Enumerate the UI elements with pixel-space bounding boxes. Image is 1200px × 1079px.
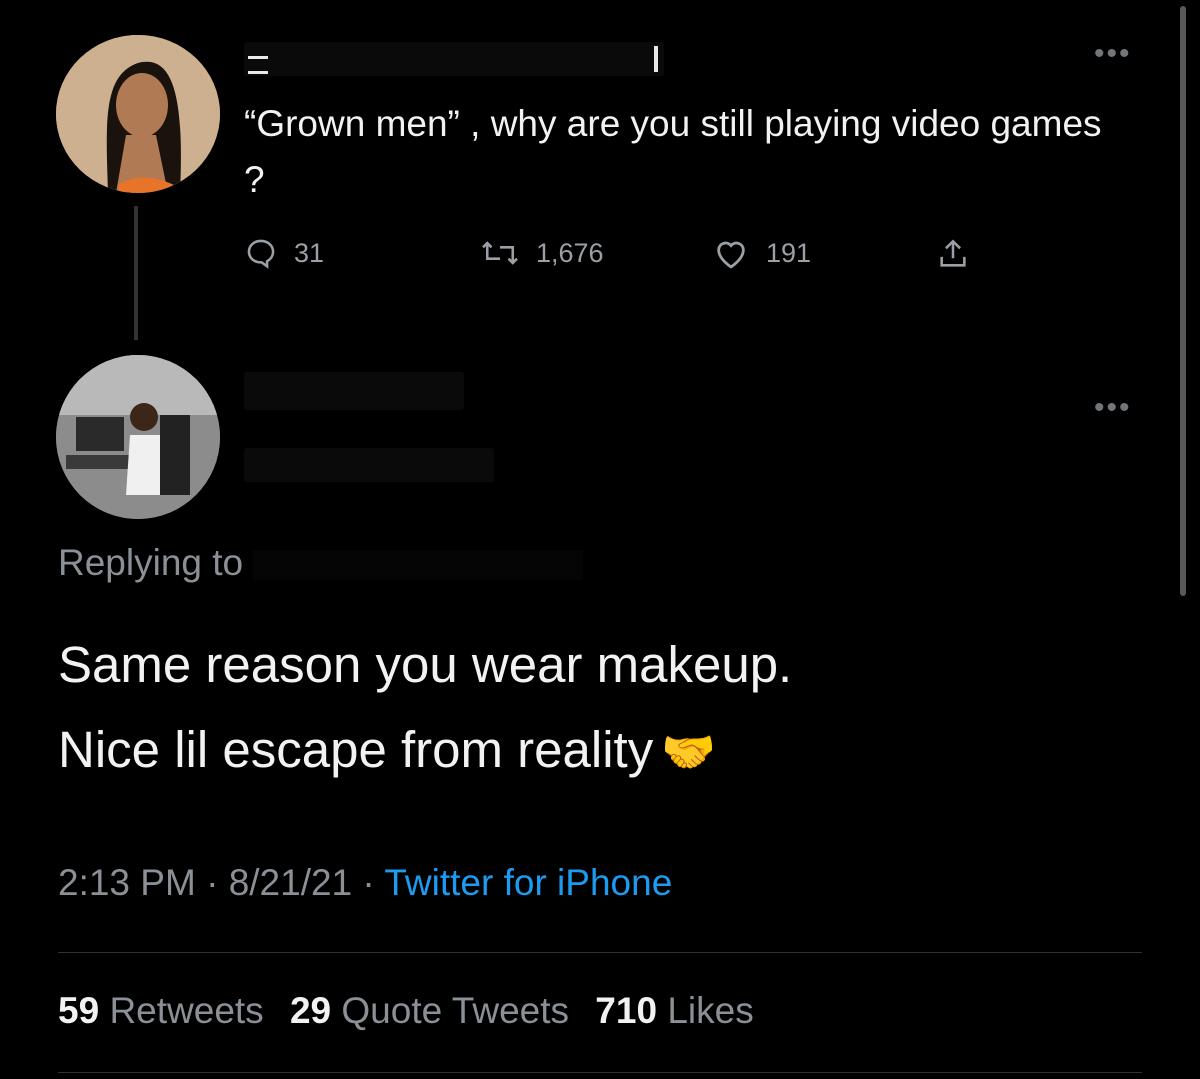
- more-icon[interactable]: •••: [1094, 393, 1132, 423]
- like-count: 191: [766, 237, 812, 268]
- reply-text: Same reason you wear makeup. Nice lil es…: [58, 622, 1138, 795]
- heart-icon: [717, 241, 745, 269]
- reply-count: 31: [294, 237, 325, 268]
- avatar-image: [56, 355, 220, 519]
- retweet-icon: [482, 241, 518, 265]
- reply-button[interactable]: 31: [244, 236, 324, 270]
- replying-to-handle-redacted[interactable]: [253, 550, 584, 581]
- like-button[interactable]: 191: [712, 236, 811, 270]
- divider: [58, 952, 1142, 953]
- share-button[interactable]: [936, 236, 986, 272]
- retweet-count: 1,676: [536, 237, 604, 268]
- likes-label: Likes: [667, 990, 754, 1031]
- replying-to-label: Replying to: [58, 542, 244, 583]
- retweets-count: 59: [58, 990, 100, 1031]
- handshake-emoji: 🤝: [661, 728, 716, 777]
- separator: ·: [362, 862, 385, 903]
- share-icon: [940, 239, 966, 267]
- likes-stat[interactable]: 710 Likes: [595, 990, 753, 1031]
- tweet-source-link[interactable]: Twitter for iPhone: [384, 862, 672, 903]
- scrollbar[interactable]: [1180, 6, 1186, 596]
- reply-text-segment: Nice lil escape from reality: [58, 721, 654, 778]
- quotes-label: Quote Tweets: [341, 990, 570, 1031]
- likes-count: 710: [595, 990, 658, 1031]
- retweet-button[interactable]: 1,676: [480, 236, 604, 270]
- retweets-label: Retweets: [109, 990, 264, 1031]
- avatar-image: [56, 35, 220, 193]
- author-name-redacted[interactable]: [244, 372, 464, 410]
- reply-text-line: Nice lil escape from reality 🤝: [58, 707, 1138, 795]
- avatar[interactable]: [56, 35, 220, 193]
- retweets-stat[interactable]: 59 Retweets: [58, 990, 264, 1031]
- replying-to: Replying to: [58, 542, 584, 584]
- author-handle-redacted[interactable]: [244, 448, 494, 482]
- reply-icon: [247, 239, 275, 269]
- tweet-meta: 2:13 PM · 8/21/21 · Twitter for iPhone: [58, 862, 672, 904]
- tweet-date: 8/21/21: [228, 862, 353, 903]
- tweet-time: 2:13 PM: [58, 862, 196, 903]
- tweet-stats: 59 Retweets 29 Quote Tweets 710 Likes: [58, 990, 754, 1032]
- reply-text-line: Same reason you wear makeup.: [58, 636, 793, 693]
- tweet-text: “Grown men” , why are you still playing …: [244, 103, 1102, 200]
- more-icon[interactable]: •••: [1094, 39, 1132, 69]
- divider: [58, 1072, 1142, 1073]
- thread-line: [134, 206, 138, 340]
- author-name-redacted[interactable]: [244, 42, 664, 76]
- separator: ·: [206, 862, 229, 903]
- avatar[interactable]: [56, 355, 220, 519]
- quotes-stat[interactable]: 29 Quote Tweets: [290, 990, 569, 1031]
- quotes-count: 29: [289, 990, 332, 1031]
